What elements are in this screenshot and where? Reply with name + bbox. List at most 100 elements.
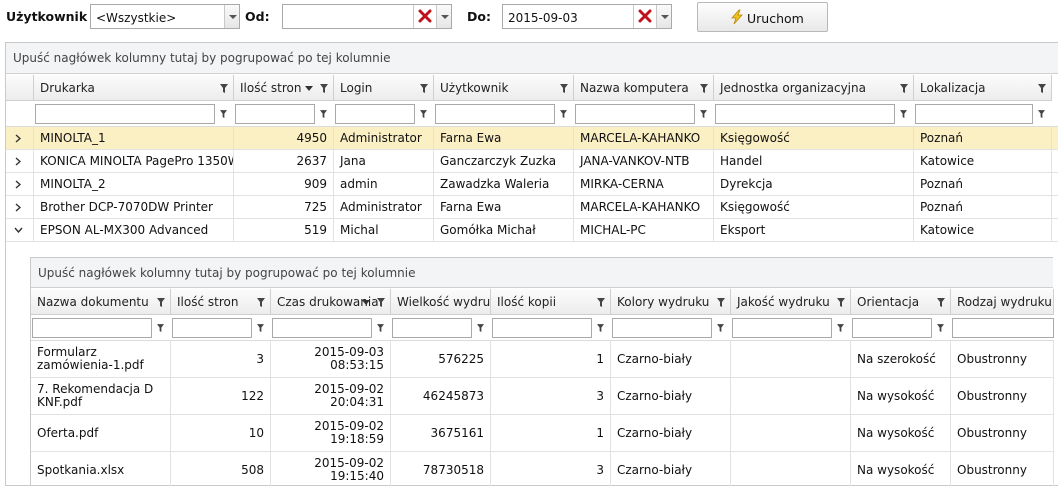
filter-icon[interactable] [700,110,707,118]
header-copies[interactable]: Ilość kopii [491,289,611,315]
cell-print-colors: Czarno-biały [611,378,731,414]
cell-print-colors: Czarno-biały [611,341,731,377]
cell-print-size: 3675161 [391,415,491,451]
filter-icon[interactable] [597,298,605,307]
filter-input-orientation[interactable] [852,318,932,338]
run-button[interactable]: Uruchom [697,2,828,32]
filter-input-location[interactable] [915,104,1033,124]
header-location[interactable]: Lokalizacja [914,75,1052,101]
header-org-unit[interactable]: Jednostka organizacyjna [714,75,914,101]
filter-icon[interactable] [320,84,328,93]
filter-input-print-type[interactable] [952,318,1054,338]
filter-icon[interactable] [560,84,568,93]
filter-input-user[interactable] [435,104,555,124]
header-print-type[interactable]: Rodzaj wydruku [951,289,1054,315]
filter-icon[interactable] [477,324,484,332]
expand-row-button[interactable] [6,127,34,149]
filter-input-org-unit[interactable] [715,104,895,124]
filter-icon[interactable] [837,298,845,307]
header-page-count[interactable]: Ilość stron [171,289,271,315]
header-printer[interactable]: Drukarka [34,75,234,101]
filter-icon[interactable] [220,110,227,118]
filter-icon[interactable] [900,110,907,118]
header-login[interactable]: Login [334,75,434,101]
table-row[interactable]: Brother DCP-7070DW Printer 725 Administr… [6,196,1058,219]
filter-input-pages[interactable] [235,104,315,124]
filter-icon[interactable] [320,110,327,118]
filter-icon[interactable] [717,324,724,332]
table-row[interactable]: Oferta.pdf 10 2015-09-02 19:18:59 3675161… [31,415,1054,452]
header-print-quality[interactable]: Jakość wydruku [731,289,851,315]
filter-input-document-name[interactable] [32,318,152,338]
filter-input-login[interactable] [335,104,415,124]
chevron-down-icon[interactable] [656,5,671,28]
cell-print-time: 2015-09-02 19:15:40 [271,452,391,486]
filter-input-printer[interactable] [35,104,215,124]
filter-icon[interactable] [937,324,944,332]
filter-icon[interactable] [420,110,427,118]
header-print-colors[interactable]: Kolory wydruku [611,289,731,315]
detail-group-by-panel[interactable]: Upuść nagłówek kolumny tutaj by pogrupow… [31,258,1053,288]
chevron-down-icon[interactable] [436,5,451,28]
date-to-field[interactable]: 2015-09-03 [502,4,672,29]
filter-icon[interactable] [420,84,428,93]
cell-org-unit: Księgowość [714,196,914,218]
header-print-size[interactable]: Wielkość wydruku [391,289,491,315]
expand-column-header [6,75,34,101]
clear-icon [638,9,652,23]
cell-location: Poznań [914,127,1052,149]
header-user[interactable]: Użytkownik [434,75,574,101]
table-row[interactable]: KONICA MINOLTA PagePro 1350W 2637 Jana G… [6,150,1058,173]
filter-icon[interactable] [220,84,228,93]
filter-input-print-time[interactable] [272,318,372,338]
table-row[interactable]: MINOLTA_1 4950 Administrator Farna Ewa M… [6,127,1058,150]
filter-input-copies[interactable] [492,318,592,338]
date-from-field[interactable] [282,4,452,29]
table-row[interactable]: 7. Rekomendacja D KNF.pdf 122 2015-09-02 2… [31,378,1054,415]
header-print-time[interactable]: Czas drukowania [271,289,391,315]
cell-login: Administrator [334,127,434,149]
cell-org-unit: Dyrekcja [714,173,914,195]
expand-row-button[interactable] [6,150,34,172]
filter-input-print-quality[interactable] [732,318,832,338]
filter-icon[interactable] [700,84,708,93]
header-document-name[interactable]: Nazwa dokumentu [31,289,171,315]
filter-icon[interactable] [597,324,604,332]
filter-icon[interactable] [257,324,264,332]
filter-input-print-colors[interactable] [612,318,712,338]
clear-date-from-button[interactable] [413,5,435,28]
filter-icon[interactable] [157,324,164,332]
filter-icon[interactable] [377,324,384,332]
header-pages[interactable]: Ilość stron [234,75,334,101]
group-by-panel[interactable]: Upuść nagłówek kolumny tutaj by pogrupow… [6,43,1058,74]
filter-icon[interactable] [560,110,567,118]
filter-icon[interactable] [1038,110,1045,118]
filter-icon[interactable] [1038,84,1046,93]
chevron-down-icon[interactable] [224,5,239,28]
user-filter-select[interactable]: <Wszystkie> [90,4,240,29]
filter-icon[interactable] [377,298,385,307]
filter-icon[interactable] [257,298,265,307]
cell-document-name: Oferta.pdf [31,415,171,451]
filter-input-print-size[interactable] [392,318,472,338]
filter-icon[interactable] [717,298,725,307]
table-row[interactable]: EPSON AL-MX300 Advanced 519 Michal Gomół… [6,219,1058,242]
filter-input-computer[interactable] [575,104,695,124]
cell-print-colors: Czarno-biały [611,452,731,486]
filter-icon[interactable] [837,324,844,332]
collapse-row-button[interactable] [6,219,34,241]
expand-row-button[interactable] [6,173,34,195]
filter-input-page-count[interactable] [172,318,252,338]
filter-icon[interactable] [937,298,945,307]
table-row[interactable]: Spotkania.xlsx 508 2015-09-02 19:15:40 78… [31,452,1054,486]
table-row[interactable]: Formularz zamówienia-1.pdf 3 2015-09-03 08… [31,341,1054,378]
header-orientation[interactable]: Orientacja [851,289,951,315]
user-filter-label: Użytkownik [6,9,88,24]
filter-icon[interactable] [157,298,165,307]
clear-date-to-button[interactable] [633,5,655,28]
expand-row-button[interactable] [6,196,34,218]
cell-document-name: Spotkania.xlsx [31,452,171,486]
filter-icon[interactable] [900,84,908,93]
header-computer[interactable]: Nazwa komputera [574,75,714,101]
table-row[interactable]: MINOLTA_2 909 admin Zawadzka Waleria MIR… [6,173,1058,196]
